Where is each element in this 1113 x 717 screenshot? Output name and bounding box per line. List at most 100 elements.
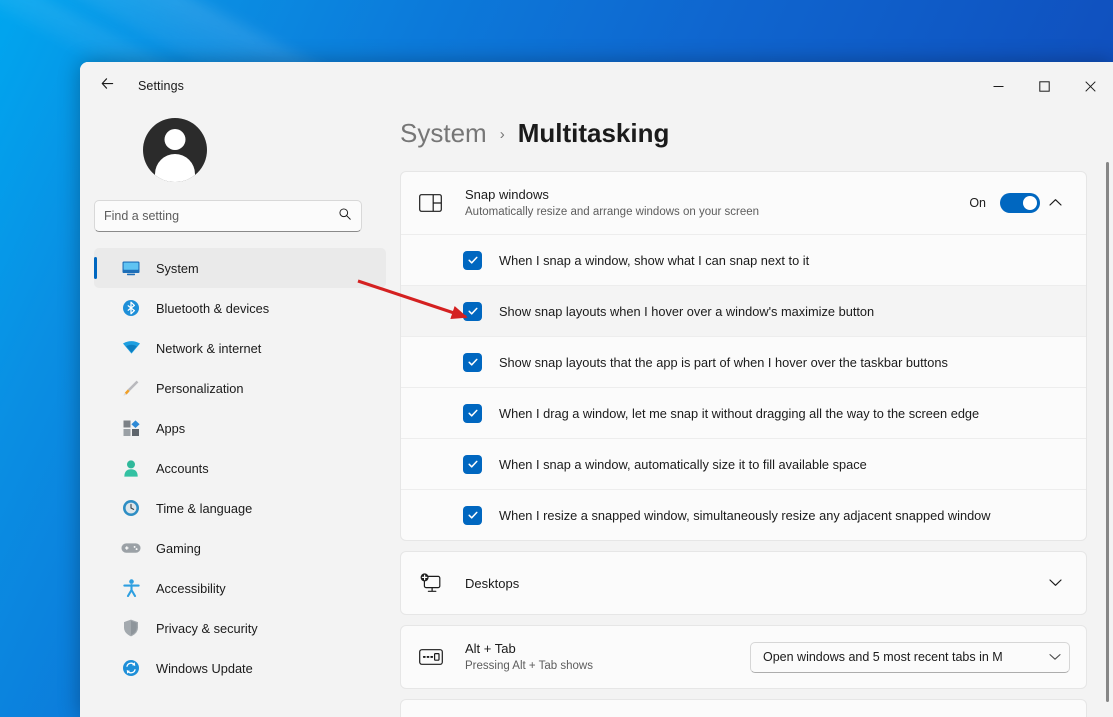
- snap-option-label: When I resize a snapped window, simultan…: [499, 508, 991, 523]
- clock-icon: [120, 498, 142, 518]
- window-title: Settings: [138, 79, 184, 93]
- snap-windows-toggle[interactable]: [1000, 193, 1040, 213]
- sidebar-item-label: Time & language: [156, 501, 252, 516]
- maximize-button[interactable]: [1021, 62, 1067, 110]
- bluetooth-icon: [120, 298, 142, 318]
- alt-tab-texts: Alt + Tab Pressing Alt + Tab shows: [465, 640, 750, 674]
- sidebar-nav-list: System Bluetooth & devices: [80, 248, 386, 688]
- sidebar-item-gaming[interactable]: Gaming: [94, 528, 386, 568]
- next-settings-card-partial[interactable]: [400, 699, 1087, 717]
- snap-option-row[interactable]: When I resize a snapped window, simultan…: [401, 489, 1086, 540]
- sidebar-item-network-internet[interactable]: Network & internet: [94, 328, 386, 368]
- chevron-down-icon: [1049, 574, 1062, 592]
- desktops-header[interactable]: Desktops: [401, 552, 1086, 614]
- back-arrow-icon: [100, 76, 115, 96]
- sidebar-item-time-language[interactable]: Time & language: [94, 488, 386, 528]
- sidebar-item-label: Apps: [156, 421, 185, 436]
- snap-option-row[interactable]: Show snap layouts that the app is part o…: [401, 336, 1086, 387]
- snap-windows-texts: Snap windows Automatically resize and ar…: [465, 186, 969, 220]
- keyboard-key-icon: [419, 649, 449, 665]
- chevron-up-icon: [1049, 194, 1062, 212]
- snap-windows-toggle-state: On: [969, 196, 986, 210]
- snap-option-row[interactable]: When I snap a window, automatically size…: [401, 438, 1086, 489]
- snap-windows-toggle-group: On: [969, 193, 1040, 213]
- alt-tab-card: Alt + Tab Pressing Alt + Tab shows Open …: [400, 625, 1087, 689]
- brush-icon: [120, 378, 142, 398]
- alt-tab-title: Alt + Tab: [465, 640, 750, 657]
- title-bar: Settings: [80, 62, 1113, 110]
- close-button[interactable]: [1067, 62, 1113, 110]
- sidebar-item-apps[interactable]: Apps: [94, 408, 386, 448]
- search-box[interactable]: [94, 200, 362, 232]
- back-button[interactable]: [90, 71, 124, 101]
- main-content: System › Multitasking Snap windows: [400, 110, 1113, 717]
- checkbox-checked[interactable]: [463, 353, 482, 372]
- desktops-texts: Desktops: [465, 575, 1040, 592]
- accessibility-icon: [120, 578, 142, 598]
- window-controls: [975, 62, 1113, 110]
- breadcrumb-parent[interactable]: System: [400, 118, 487, 149]
- chevron-down-icon: [1049, 648, 1061, 666]
- alt-tab-header: Alt + Tab Pressing Alt + Tab shows Open …: [401, 626, 1086, 688]
- alt-tab-subtitle: Pressing Alt + Tab shows: [465, 658, 750, 674]
- content-scrollbar[interactable]: [1106, 162, 1109, 702]
- snap-option-label: When I snap a window, automatically size…: [499, 457, 867, 472]
- snap-option-label: Show snap layouts that the app is part o…: [499, 355, 948, 370]
- snap-layout-icon: [419, 194, 449, 212]
- alt-tab-dropdown-value: Open windows and 5 most recent tabs in M: [763, 650, 1049, 664]
- desktops-icon: [419, 573, 449, 593]
- checkbox-checked[interactable]: [463, 302, 482, 321]
- system-icon: [120, 258, 142, 278]
- user-avatar[interactable]: [143, 118, 207, 182]
- breadcrumb: System › Multitasking: [400, 110, 1087, 171]
- checkbox-checked[interactable]: [463, 506, 482, 525]
- shield-icon: [120, 618, 142, 638]
- apps-icon: [120, 418, 142, 438]
- snap-option-row[interactable]: Show snap layouts when I hover over a wi…: [401, 285, 1086, 336]
- minimize-button[interactable]: [975, 62, 1021, 110]
- desktops-card: Desktops: [400, 551, 1087, 615]
- sidebar-item-system[interactable]: System: [94, 248, 386, 288]
- sidebar-item-label: Bluetooth & devices: [156, 301, 269, 316]
- snap-option-row[interactable]: When I drag a window, let me snap it wit…: [401, 387, 1086, 438]
- sidebar-item-label: Gaming: [156, 541, 201, 556]
- navigation-sidebar: System Bluetooth & devices: [80, 110, 400, 717]
- search-icon: [338, 207, 352, 226]
- search-input[interactable]: [104, 209, 338, 223]
- breadcrumb-separator-icon: ›: [500, 126, 505, 143]
- snap-windows-expand-button[interactable]: [1040, 194, 1070, 212]
- snap-windows-subtitle: Automatically resize and arrange windows…: [465, 204, 969, 220]
- checkbox-checked[interactable]: [463, 455, 482, 474]
- network-icon: [120, 338, 142, 358]
- update-icon: [120, 658, 142, 678]
- sidebar-item-windows-update[interactable]: Windows Update: [94, 648, 386, 688]
- gamepad-icon: [120, 538, 142, 558]
- window-body: System Bluetooth & devices: [80, 110, 1113, 717]
- sidebar-item-label: Network & internet: [156, 341, 261, 356]
- sidebar-item-bluetooth-devices[interactable]: Bluetooth & devices: [94, 288, 386, 328]
- page-title: Multitasking: [518, 118, 670, 149]
- sidebar-item-label: System: [156, 261, 199, 276]
- sidebar-item-label: Accounts: [156, 461, 209, 476]
- alt-tab-dropdown[interactable]: Open windows and 5 most recent tabs in M: [750, 642, 1070, 673]
- snap-option-label: When I snap a window, show what I can sn…: [499, 253, 809, 268]
- sidebar-item-label: Privacy & security: [156, 621, 258, 636]
- settings-window: Settings: [80, 62, 1113, 717]
- snap-windows-card: Snap windows Automatically resize and ar…: [400, 171, 1087, 541]
- sidebar-item-accessibility[interactable]: Accessibility: [94, 568, 386, 608]
- checkbox-checked[interactable]: [463, 251, 482, 270]
- desktops-expand-button[interactable]: [1040, 574, 1070, 592]
- desktops-title: Desktops: [465, 575, 1040, 592]
- sidebar-item-privacy-security[interactable]: Privacy & security: [94, 608, 386, 648]
- checkbox-checked[interactable]: [463, 404, 482, 423]
- sidebar-item-label: Personalization: [156, 381, 244, 396]
- sidebar-item-label: Windows Update: [156, 661, 253, 676]
- account-icon: [120, 458, 142, 478]
- toggle-knob: [1023, 196, 1037, 210]
- sidebar-item-accounts[interactable]: Accounts: [94, 448, 386, 488]
- snap-option-label: Show snap layouts when I hover over a wi…: [499, 304, 874, 319]
- sidebar-item-personalization[interactable]: Personalization: [94, 368, 386, 408]
- snap-option-label: When I drag a window, let me snap it wit…: [499, 406, 979, 421]
- snap-option-row[interactable]: When I snap a window, show what I can sn…: [401, 234, 1086, 285]
- snap-windows-header[interactable]: Snap windows Automatically resize and ar…: [401, 172, 1086, 234]
